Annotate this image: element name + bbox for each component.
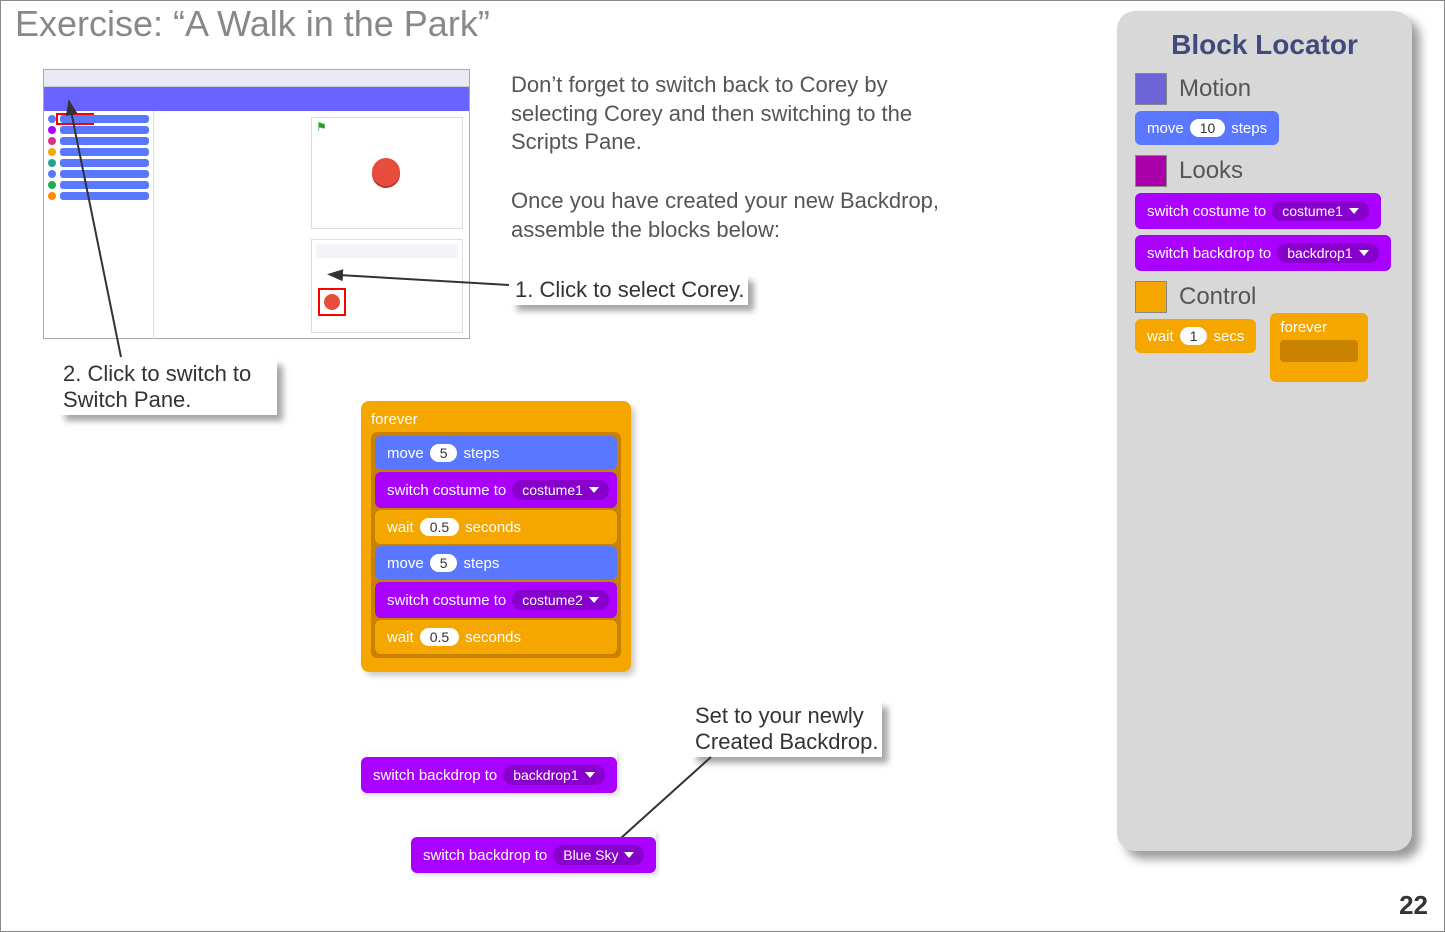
callout-step-2: 2. Click to switch to Switch Pane. — [59, 359, 277, 415]
block-palette-thumb — [44, 111, 154, 339]
category-control: Control — [1135, 281, 1394, 313]
forever-label-mini: forever — [1280, 319, 1327, 336]
callout-2-text: 2. Click to switch to Switch Pane. — [63, 361, 251, 412]
forever-label: forever — [371, 411, 621, 428]
page-title: Exercise: “A Walk in the Park” — [15, 3, 490, 45]
page: Exercise: “A Walk in the Park” ⚑ — [0, 0, 1445, 932]
page-number: 22 — [1399, 890, 1428, 921]
editor-screenshot: ⚑ — [43, 69, 470, 339]
switch-costume-block[interactable]: switch costume to costume1 — [1135, 193, 1381, 229]
motion-label: Motion — [1179, 75, 1251, 103]
switch-costume-block-2[interactable]: switch costume to costume2 — [375, 582, 617, 618]
chevron-down-icon — [1349, 208, 1359, 214]
wait-block[interactable]: wait 1 secs — [1135, 319, 1256, 353]
move-steps-value[interactable]: 10 — [1190, 119, 1226, 137]
switch-backdrop-block-2[interactable]: switch backdrop to Blue Sky — [411, 831, 656, 873]
flag-icon: ⚑ — [316, 120, 327, 134]
instruction-paragraph-2: Once you have created your new Backdrop,… — [511, 187, 971, 244]
wait-1-value[interactable]: 0.5 — [420, 518, 459, 536]
stage-thumb: ⚑ — [311, 117, 463, 229]
switch-costume-block-1[interactable]: switch costume to costume1 — [375, 472, 617, 508]
control-label: Control — [1179, 283, 1256, 311]
move-block-2[interactable]: move 5 steps — [375, 546, 617, 580]
corey-sprite-icon — [372, 158, 400, 186]
looks-swatch — [1135, 155, 1167, 187]
callout-backdrop: Set to your newly Created Backdrop. — [691, 701, 882, 757]
block-locator-title: Block Locator — [1135, 29, 1394, 61]
move-steps-block[interactable]: move 10 steps — [1135, 111, 1279, 145]
forever-block[interactable]: forever — [1270, 313, 1368, 382]
backdrop-dropdown[interactable]: backdrop1 — [1277, 243, 1378, 263]
category-looks: Looks — [1135, 155, 1394, 187]
callout-3-line2: Created Backdrop. — [695, 729, 878, 754]
backdrop1-dropdown[interactable]: backdrop1 — [503, 765, 604, 785]
sprite-panel-thumb — [311, 239, 463, 333]
chevron-down-icon — [1359, 250, 1369, 256]
corey-select-highlight — [318, 288, 346, 316]
bluesky-dropdown[interactable]: Blue Sky — [553, 845, 644, 865]
block-locator-panel: Block Locator Motion move 10 steps Looks… — [1117, 11, 1412, 851]
chevron-down-icon — [589, 597, 599, 603]
wait-block-1[interactable]: wait 0.5 seconds — [375, 510, 617, 544]
looks-label: Looks — [1179, 157, 1243, 185]
chevron-down-icon — [589, 487, 599, 493]
callout-3-line1: Set to your newly — [695, 703, 864, 728]
wait-2-value[interactable]: 0.5 — [420, 628, 459, 646]
forever-stack: forever move 5 steps switch costume to c… — [361, 401, 631, 672]
move-2-value[interactable]: 5 — [430, 554, 458, 572]
chevron-down-icon — [624, 852, 634, 858]
switch-backdrop-block[interactable]: switch backdrop to backdrop1 — [1135, 235, 1391, 271]
callout-step-1: 1. Click to select Corey. — [511, 275, 748, 305]
chevron-down-icon — [585, 772, 595, 778]
costume2-dropdown[interactable]: costume2 — [512, 590, 609, 610]
wait-block-2[interactable]: wait 0.5 seconds — [375, 620, 617, 654]
costume1-dropdown[interactable]: costume1 — [512, 480, 609, 500]
move-1-value[interactable]: 5 — [430, 444, 458, 462]
costume-dropdown[interactable]: costume1 — [1272, 201, 1369, 221]
instruction-paragraph-1: Don’t forget to switch back to Corey by … — [511, 71, 971, 157]
wait-value[interactable]: 1 — [1180, 327, 1208, 345]
move-block-1[interactable]: move 5 steps — [375, 436, 617, 470]
category-motion: Motion — [1135, 73, 1394, 105]
switch-backdrop-block-1[interactable]: switch backdrop to backdrop1 — [361, 751, 617, 793]
control-swatch — [1135, 281, 1167, 313]
motion-swatch — [1135, 73, 1167, 105]
